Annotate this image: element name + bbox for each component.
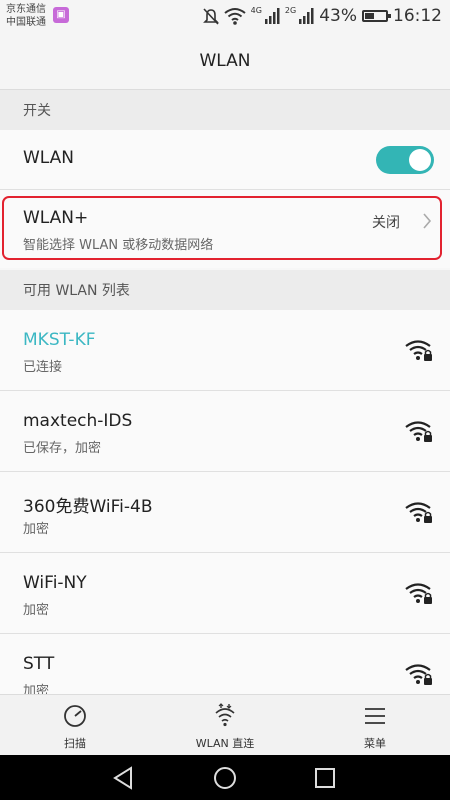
- switch-section-header: 开关: [0, 90, 450, 130]
- toggle-knob: [409, 149, 431, 171]
- network-name: MKST-KF: [23, 330, 96, 350]
- title-bar: WLAN: [0, 32, 450, 90]
- menu-button[interactable]: 菜单: [300, 695, 450, 756]
- network-name: STT: [23, 654, 55, 674]
- carrier-info: 京东通信 中国联通: [6, 3, 46, 29]
- wlan-switch-row[interactable]: WLAN: [0, 130, 450, 190]
- scan-label: 扫描: [64, 737, 86, 750]
- home-icon[interactable]: [212, 765, 238, 791]
- wlan-plus-row[interactable]: WLAN+ 智能选择 WLAN 或移动数据网络 关闭: [0, 190, 450, 268]
- network-item[interactable]: 360免费WiFi-4B 加密: [0, 472, 450, 553]
- network-name: maxtech-IDS: [23, 411, 133, 431]
- status-bar: 京东通信 中国联通 ▣ 4G 2G 43% 16:12: [0, 0, 450, 32]
- network-status: 已保存，加密: [23, 441, 102, 456]
- wlan-plus-status: 关闭: [372, 215, 400, 231]
- network-name: 360免费WiFi-4B: [23, 497, 153, 517]
- network-type-2: 2G: [284, 5, 297, 15]
- menu-label: 菜单: [364, 737, 386, 750]
- network-status: 加密: [23, 603, 50, 618]
- battery-icon: [362, 10, 391, 22]
- network-item[interactable]: STT 加密: [0, 634, 450, 699]
- chevron-right-icon: [423, 213, 432, 229]
- mute-icon: [202, 8, 219, 25]
- carrier-line-1: 京东通信: [6, 4, 46, 15]
- network-type-1: 4G: [250, 5, 262, 15]
- networks-section-header: 可用 WLAN 列表: [0, 270, 450, 310]
- wifi-locked-icon: [405, 583, 432, 604]
- recent-apps-icon[interactable]: [312, 765, 338, 791]
- clock: 16:12: [393, 6, 442, 26]
- battery-percent: 43%: [319, 6, 357, 26]
- signal-icon: [264, 8, 280, 24]
- network-status: 已连接: [23, 360, 63, 375]
- network-item[interactable]: MKST-KF 已连接: [0, 310, 450, 391]
- wlan-direct-label: WLAN 直连: [195, 737, 255, 750]
- scan-button[interactable]: 扫描: [0, 695, 150, 756]
- network-name: WiFi-NY: [23, 573, 87, 593]
- wlan-direct-button[interactable]: WLAN 直连: [150, 695, 300, 756]
- scan-icon: [64, 705, 86, 727]
- wifi-locked-icon: [405, 502, 432, 523]
- status-indicators: 4G 2G 43% 16:12: [202, 0, 442, 32]
- signal-icon: [299, 8, 314, 24]
- wlan-plus-description: 智能选择 WLAN 或移动数据网络: [23, 238, 214, 253]
- wifi-locked-icon: [405, 421, 432, 442]
- wlan-toggle[interactable]: [376, 146, 434, 174]
- back-icon[interactable]: [111, 765, 137, 791]
- wifi-status-icon: [223, 8, 246, 25]
- network-item[interactable]: WiFi-NY 加密: [0, 553, 450, 634]
- battery-level: [365, 13, 375, 19]
- wlan-plus-label: WLAN+: [23, 208, 89, 228]
- wifi-locked-icon: [405, 340, 432, 361]
- menu-icon: [365, 708, 385, 724]
- page-title: WLAN: [199, 50, 251, 71]
- network-status: 加密: [23, 522, 50, 537]
- networks-section-title: 可用 WLAN 列表: [23, 283, 130, 299]
- wlan-label: WLAN: [23, 148, 75, 168]
- bottom-toolbar: 扫描 WLAN 直连 菜单: [0, 694, 450, 755]
- wifi-locked-icon: [405, 664, 432, 685]
- network-item[interactable]: maxtech-IDS 已保存，加密: [0, 391, 450, 472]
- switch-section-title: 开关: [23, 103, 51, 119]
- notification-icon: ▣: [53, 7, 69, 23]
- carrier-line-2: 中国联通: [6, 17, 46, 28]
- wlan-direct-icon: [215, 703, 235, 727]
- navigation-bar: [0, 755, 450, 800]
